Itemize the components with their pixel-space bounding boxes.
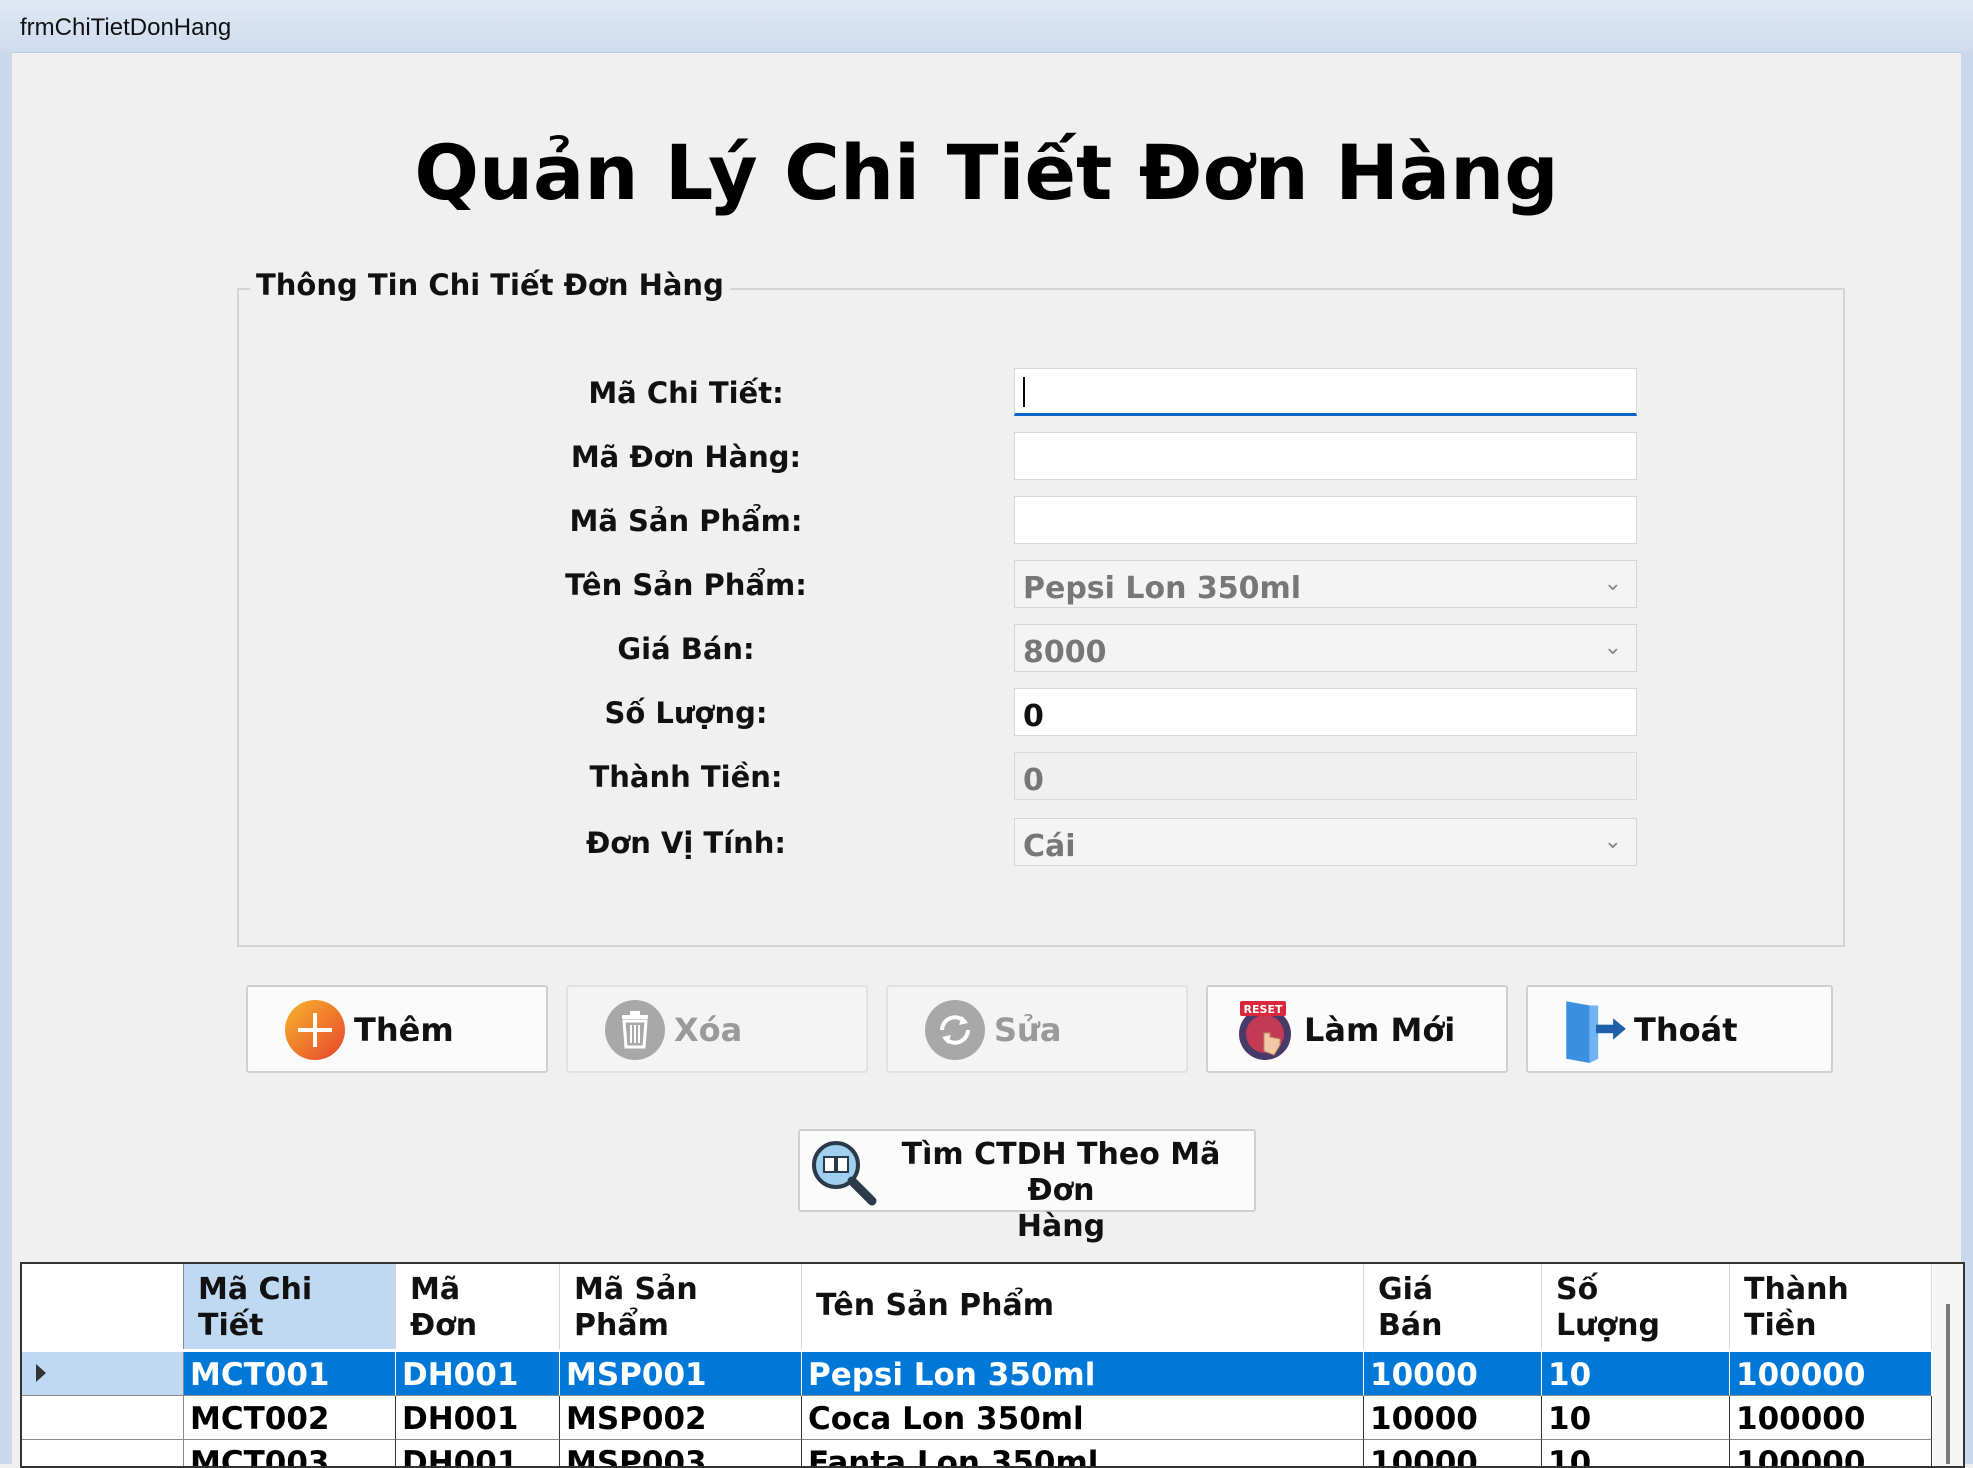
cell-ten-san-pham[interactable]: Pepsi Lon 350ml [802, 1352, 1364, 1396]
cell-ma-san-pham[interactable]: MSP001 [560, 1352, 802, 1396]
gia-ban-label: Giá Bán: [617, 632, 755, 666]
col-header-ten-san-pham[interactable]: Tên Sản Phẩm [802, 1264, 1364, 1349]
cell-gia-ban[interactable]: 10000 [1364, 1396, 1542, 1440]
don-vi-tinh-value: Cái [1023, 829, 1076, 864]
cell-ma-chi-tiet[interactable]: MCT002 [184, 1396, 396, 1440]
so-luong-input[interactable]: 0 [1014, 688, 1637, 736]
page-title: Quản Lý Chi Tiết Đơn Hàng [414, 128, 1559, 217]
cell-ma-san-pham[interactable]: MSP002 [560, 1396, 802, 1440]
cell-ten-san-pham[interactable]: Coca Lon 350ml [802, 1396, 1364, 1440]
chevron-down-icon: ⌄ [1603, 829, 1622, 854]
grid-vertical-scrollbar[interactable] [1933, 1264, 1963, 1466]
window-title: frmChiTietDonHang [20, 14, 232, 41]
col-header-gia-ban[interactable]: Giá Bán [1364, 1264, 1542, 1349]
gia-ban-combobox[interactable]: 8000 ⌄ [1014, 624, 1637, 672]
row-header[interactable] [22, 1352, 184, 1396]
tim-ctdh-label: Tìm CTDH Theo Mã Đơn Hàng [901, 1137, 1221, 1244]
cell-ma-don[interactable]: DH001 [396, 1352, 560, 1396]
scrollbar-thumb[interactable] [1946, 1304, 1950, 1464]
text-caret [1023, 377, 1025, 407]
ma-don-hang-input[interactable] [1014, 432, 1637, 480]
lam-moi-button[interactable]: RESET Làm Mới [1206, 985, 1508, 1073]
ma-san-pham-label: Mã Sản Phẩm: [569, 504, 803, 538]
window-right-frame [1961, 52, 1973, 1464]
col-header-ma-don[interactable]: Mã Đơn [396, 1264, 560, 1349]
table-row[interactable]: MCT001 DH001 MSP001 Pepsi Lon 350ml 1000… [22, 1352, 1932, 1396]
row-header[interactable] [22, 1396, 184, 1440]
current-row-arrow-icon [36, 1364, 46, 1382]
ma-san-pham-input[interactable] [1014, 496, 1637, 544]
ma-chi-tiet-label: Mã Chi Tiết: [588, 376, 784, 410]
reset-icon: RESET [1239, 1001, 1291, 1060]
chevron-down-icon: ⌄ [1603, 635, 1622, 660]
ma-chi-tiet-input[interactable] [1014, 368, 1637, 416]
xoa-button[interactable]: Xóa [566, 985, 868, 1073]
search-book-icon [812, 1141, 877, 1206]
cell-thanh-tien[interactable]: 100000 [1730, 1396, 1932, 1440]
don-vi-tinh-combobox[interactable]: Cái ⌄ [1014, 818, 1637, 866]
cell-so-luong[interactable]: 10 [1542, 1396, 1730, 1440]
sua-button[interactable]: Sửa [886, 985, 1188, 1073]
col-header-thanh-tien[interactable]: Thành Tiền [1730, 1264, 1932, 1349]
cell-thanh-tien[interactable]: 100000 [1730, 1352, 1932, 1396]
ten-san-pham-value: Pepsi Lon 350ml [1023, 571, 1302, 606]
them-button[interactable]: Thêm [246, 985, 548, 1073]
row-header-corner [22, 1264, 184, 1349]
thanh-tien-label: Thành Tiền: [589, 760, 783, 794]
window-left-frame [0, 52, 12, 1464]
don-vi-tinh-label: Đơn Vị Tính: [585, 826, 787, 860]
col-header-so-luong[interactable]: Số Lượng [1542, 1264, 1730, 1349]
refresh-icon [925, 1000, 985, 1060]
window-titlebar: frmChiTietDonHang [0, 0, 1973, 53]
trash-icon [605, 1000, 665, 1060]
svg-text:RESET: RESET [1244, 1003, 1283, 1016]
ma-don-hang-label: Mã Đơn Hàng: [570, 440, 802, 474]
thanh-tien-input: 0 [1014, 752, 1637, 800]
table-row[interactable]: MCT002 DH001 MSP002 Coca Lon 350ml 10000… [22, 1396, 1932, 1440]
order-detail-grid[interactable]: Mã Chi Tiết Mã Đơn Mã Sản Phẩm Tên Sản Phẩm… [20, 1262, 1965, 1468]
groupbox-legend: Thông Tin Chi Tiết Đơn Hàng [250, 268, 730, 302]
cell-gia-ban[interactable]: 10000 [1364, 1352, 1542, 1396]
cell-ma-chi-tiet[interactable]: MCT001 [184, 1352, 396, 1396]
so-luong-label: Số Lượng: [604, 696, 768, 730]
ten-san-pham-label: Tên Sản Phẩm: [565, 568, 807, 602]
plus-icon [285, 1000, 345, 1060]
col-header-ma-san-pham[interactable]: Mã Sản Phẩm [560, 1264, 802, 1349]
thoat-button[interactable]: Thoát [1526, 985, 1833, 1073]
tim-ctdh-button[interactable]: Tìm CTDH Theo Mã Đơn Hàng [798, 1129, 1256, 1244]
col-header-ma-chi-tiet[interactable]: Mã Chi Tiết [184, 1264, 396, 1349]
cell-ma-don[interactable]: DH001 [396, 1396, 560, 1440]
ten-san-pham-combobox[interactable]: Pepsi Lon 350ml ⌄ [1014, 560, 1637, 608]
cell-so-luong[interactable]: 10 [1542, 1352, 1730, 1396]
exit-door-icon [1566, 1001, 1626, 1063]
gia-ban-value: 8000 [1023, 635, 1107, 670]
chevron-down-icon: ⌄ [1603, 571, 1622, 596]
